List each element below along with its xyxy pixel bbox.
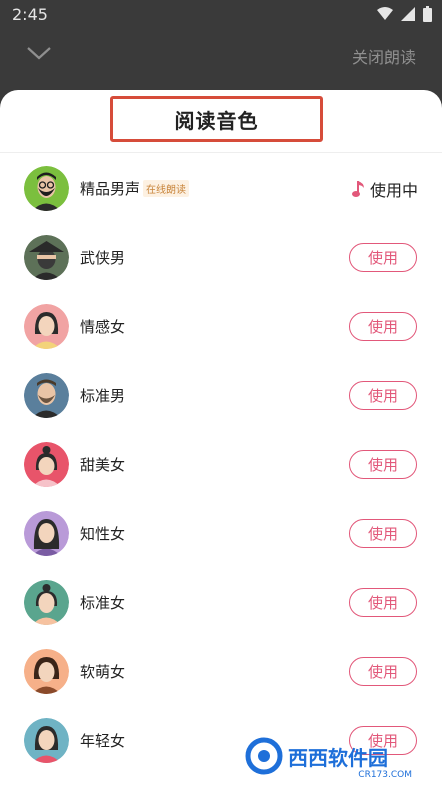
voice-name: 情感女 <box>80 318 126 336</box>
avatar-woman-short-hair-icon <box>24 304 69 349</box>
music-note-icon <box>351 181 364 197</box>
status-bar: 2:45 <box>0 0 442 32</box>
voice-sheet: 阅读音色 精品男声 在线朗读 使用中 武侠男 使用 情感女 使用 标准男 使用 … <box>0 90 442 786</box>
watermark-emblem-icon <box>245 737 283 775</box>
online-reading-badge: 在线朗读 <box>143 180 189 197</box>
avatar-young-woman-icon <box>24 718 69 763</box>
signal-icon <box>401 7 415 21</box>
battery-icon <box>423 6 432 22</box>
use-button[interactable]: 使用 <box>349 588 417 617</box>
voice-row-standard-female[interactable]: 标准女 使用 <box>0 568 442 637</box>
use-button[interactable]: 使用 <box>349 519 417 548</box>
voice-row-cute-female[interactable]: 软萌女 使用 <box>0 637 442 706</box>
voice-row-jingpin-male[interactable]: 精品男声 在线朗读 使用中 <box>0 154 442 223</box>
avatar-man-beard-icon <box>24 373 69 418</box>
sheet-header: 阅读音色 <box>0 90 442 153</box>
close-reading-button[interactable]: 关闭朗读 <box>352 44 416 68</box>
title-highlight-box: 阅读音色 <box>110 96 323 142</box>
voice-name: 知性女 <box>80 525 126 543</box>
voice-row-sweet-female[interactable]: 甜美女 使用 <box>0 430 442 499</box>
avatar-girl-buns-icon <box>24 442 69 487</box>
avatar-woman-long-hair-icon <box>24 511 69 556</box>
use-button[interactable]: 使用 <box>349 312 417 341</box>
use-button[interactable]: 使用 <box>349 657 417 686</box>
watermark-brand: 西西软件园 <box>288 745 388 770</box>
status-time: 2:45 <box>12 5 48 24</box>
voice-name: 标准男 <box>80 387 126 405</box>
avatar-woman-bun-icon <box>24 580 69 625</box>
voice-name: 年轻女 <box>80 732 126 750</box>
status-icons <box>377 6 432 22</box>
voice-name: 软萌女 <box>80 663 126 681</box>
top-bar: 关闭朗读 <box>0 32 442 88</box>
in-use-indicator: 使用中 <box>351 177 418 201</box>
in-use-label: 使用中 <box>369 181 418 200</box>
voice-name: 精品男声 <box>80 180 141 198</box>
use-button[interactable]: 使用 <box>349 381 417 410</box>
watermark-site: CR173.COM <box>358 770 412 780</box>
wifi-icon <box>377 7 393 20</box>
avatar-man-glasses-beard-icon <box>24 166 69 211</box>
voice-row-intellectual-female[interactable]: 知性女 使用 <box>0 499 442 568</box>
voice-row-wuxia-male[interactable]: 武侠男 使用 <box>0 223 442 292</box>
voice-row-emotional-female[interactable]: 情感女 使用 <box>0 292 442 361</box>
voice-row-standard-male[interactable]: 标准男 使用 <box>0 361 442 430</box>
voice-name: 甜美女 <box>80 456 126 474</box>
voice-name: 武侠男 <box>80 249 126 267</box>
sheet-title: 阅读音色 <box>174 108 259 133</box>
chevron-down-icon[interactable] <box>26 44 52 62</box>
avatar-masked-swordsman-icon <box>24 235 69 280</box>
voice-list: 精品男声 在线朗读 使用中 武侠男 使用 情感女 使用 标准男 使用 甜美女 使… <box>0 154 442 775</box>
avatar-girl-bob-icon <box>24 649 69 694</box>
use-button[interactable]: 使用 <box>349 243 417 272</box>
use-button[interactable]: 使用 <box>349 450 417 479</box>
voice-name: 标准女 <box>80 594 126 612</box>
